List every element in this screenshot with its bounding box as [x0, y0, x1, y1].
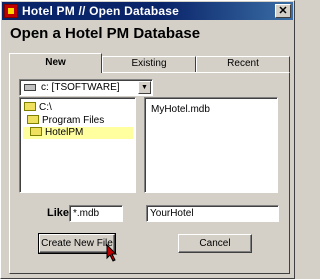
page-title: Open a Hotel PM Database	[10, 25, 201, 42]
tab-existing[interactable]: Existing	[102, 56, 196, 72]
directory-label: Program Files	[42, 115, 105, 126]
title-bar[interactable]: Hotel PM // Open Database ✕	[2, 2, 293, 20]
app-icon	[4, 4, 18, 18]
folder-open-icon	[30, 127, 42, 136]
close-button[interactable]: ✕	[275, 4, 291, 18]
directory-item-selected[interactable]: HotelPM	[23, 127, 133, 139]
tab-new[interactable]: New	[9, 53, 102, 73]
drive-select[interactable]: c: [TSOFTWARE] ▼	[19, 79, 153, 96]
folder-open-icon	[24, 102, 36, 111]
like-label: Like	[47, 207, 70, 219]
window-title: Hotel PM // Open Database	[22, 4, 180, 18]
create-new-file-button[interactable]: Create New File	[38, 233, 116, 254]
chevron-down-icon[interactable]: ▼	[138, 81, 151, 94]
directory-label: C:\	[39, 102, 52, 113]
folder-open-icon	[27, 115, 39, 124]
mouse-cursor-icon	[106, 244, 118, 262]
file-list[interactable]: MyHotel.mdb	[144, 97, 278, 193]
directory-item[interactable]: C:\	[24, 102, 52, 114]
cancel-button[interactable]: Cancel	[178, 234, 252, 253]
drive-select-value: c: [TSOFTWARE]	[41, 82, 120, 93]
directory-list[interactable]: C:\ Program Files HotelPM	[19, 97, 136, 193]
tab-strip: New Existing Recent	[9, 53, 291, 73]
file-item[interactable]: MyHotel.mdb	[151, 104, 210, 115]
directory-item[interactable]: Program Files	[27, 115, 104, 127]
file-name-input[interactable]	[146, 205, 279, 222]
drive-icon	[24, 84, 36, 91]
file-filter-input[interactable]	[69, 205, 123, 222]
tab-recent[interactable]: Recent	[196, 56, 290, 72]
directory-label: HotelPM	[45, 127, 84, 138]
open-database-dialog: Hotel PM // Open Database ✕ Open a Hotel…	[0, 0, 295, 279]
